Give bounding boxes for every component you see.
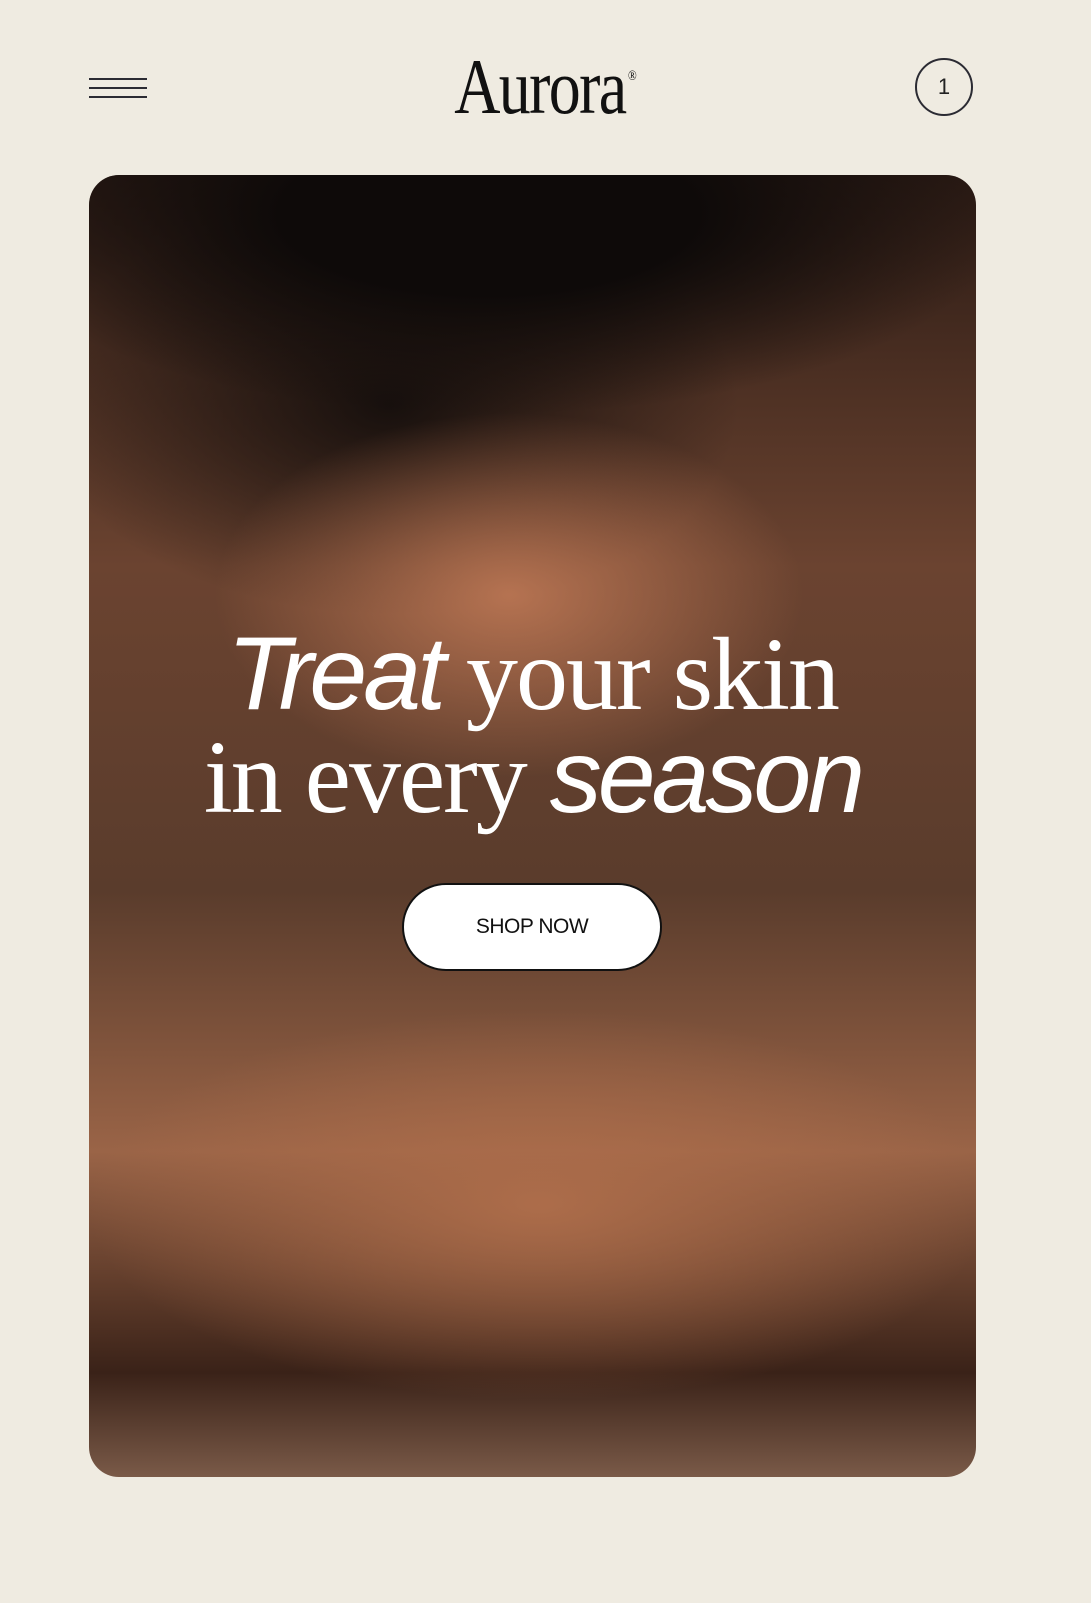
logo-text: Aurora (454, 43, 627, 130)
hero-banner: Treat your skin in every season SHOP NOW (89, 175, 976, 1477)
logo[interactable]: Aurora ® (98, 48, 993, 126)
hero-headline: Treat your skin in every season (89, 622, 976, 830)
cart-count: 1 (937, 74, 951, 99)
headline-italic-word: Treat (226, 616, 446, 732)
shop-now-button[interactable]: SHOP NOW (402, 883, 662, 971)
registered-mark: ® (628, 69, 637, 84)
hero-image (89, 175, 976, 475)
headline-text: your skin (442, 617, 840, 732)
headline-italic-word: season (549, 719, 865, 835)
headline-text: in every (203, 720, 550, 835)
cart-button[interactable]: 1 (915, 58, 973, 116)
